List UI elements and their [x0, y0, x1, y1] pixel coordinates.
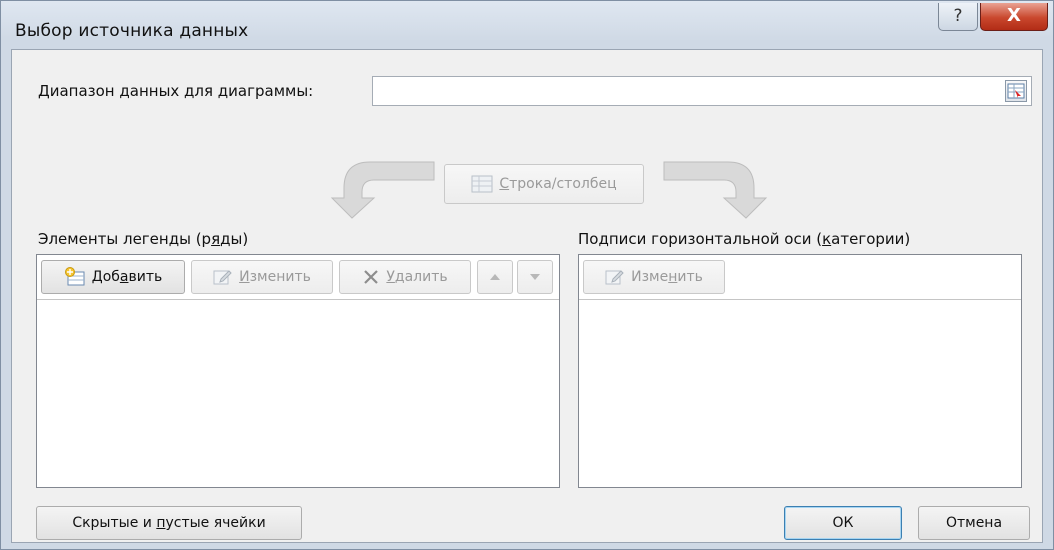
edit-axis-labels-label: Изменить	[631, 269, 703, 285]
delete-series-label: Удалить	[386, 269, 448, 285]
legend-series-list[interactable]	[37, 300, 559, 487]
right-curved-arrow-icon	[663, 161, 768, 219]
delete-x-icon	[364, 270, 379, 284]
legend-series-panel: Добавить Изменить Удалить	[36, 254, 560, 488]
axis-toolbar: Изменить	[579, 255, 1021, 300]
move-up-icon	[490, 274, 500, 280]
select-data-source-dialog: Выбор источника данных ? X Диапазон данн…	[0, 0, 1054, 550]
edit-icon	[213, 270, 232, 285]
range-label: Диапазон данных для диаграммы:	[38, 82, 314, 100]
move-down-icon	[530, 274, 540, 280]
axis-labels-list[interactable]	[579, 300, 1021, 487]
help-icon: ?	[953, 6, 963, 26]
dialog-body: Диапазон данных для диаграммы: Строка/ст…	[11, 49, 1043, 543]
legend-toolbar: Добавить Изменить Удалить	[37, 255, 559, 300]
delete-series-button[interactable]: Удалить	[339, 260, 471, 294]
axis-labels-panel: Изменить	[578, 254, 1022, 488]
cancel-label: Отмена	[945, 515, 1003, 531]
range-select-button[interactable]	[1005, 80, 1027, 102]
edit-series-button[interactable]: Изменить	[191, 260, 333, 294]
legend-section-title: Элементы легенды (ряды)	[38, 230, 249, 248]
ok-button[interactable]: ОК	[784, 506, 902, 540]
left-curved-arrow-icon	[330, 161, 435, 219]
hidden-empty-cells-label: Скрытые и пустые ячейки	[72, 515, 266, 531]
add-series-button[interactable]: Добавить	[41, 260, 185, 294]
add-series-label: Добавить	[91, 269, 163, 285]
window-title: Выбор источника данных	[15, 21, 249, 41]
close-button[interactable]: X	[980, 3, 1048, 31]
switch-row-column-icon	[471, 175, 493, 193]
axis-section-title: Подписи горизонтальной оси (категории)	[578, 230, 911, 248]
switch-row-column-button[interactable]: Строка/столбец	[444, 164, 644, 204]
help-button[interactable]: ?	[938, 3, 978, 31]
range-select-icon	[1007, 83, 1025, 99]
move-down-button[interactable]	[517, 260, 553, 294]
edit-icon	[605, 270, 624, 285]
title-bar[interactable]: Выбор источника данных ? X	[1, 1, 1053, 47]
edit-axis-labels-button[interactable]: Изменить	[583, 260, 725, 294]
switch-row-column-label: Строка/столбец	[499, 176, 617, 192]
range-input[interactable]	[372, 76, 1032, 106]
edit-series-label: Изменить	[239, 269, 311, 285]
add-series-icon	[64, 267, 85, 286]
cancel-button[interactable]: Отмена	[918, 506, 1030, 540]
move-up-button[interactable]	[477, 260, 513, 294]
close-icon: X	[1007, 5, 1021, 26]
ok-label: ОК	[832, 515, 854, 531]
hidden-empty-cells-button[interactable]: Скрытые и пустые ячейки	[36, 506, 302, 540]
